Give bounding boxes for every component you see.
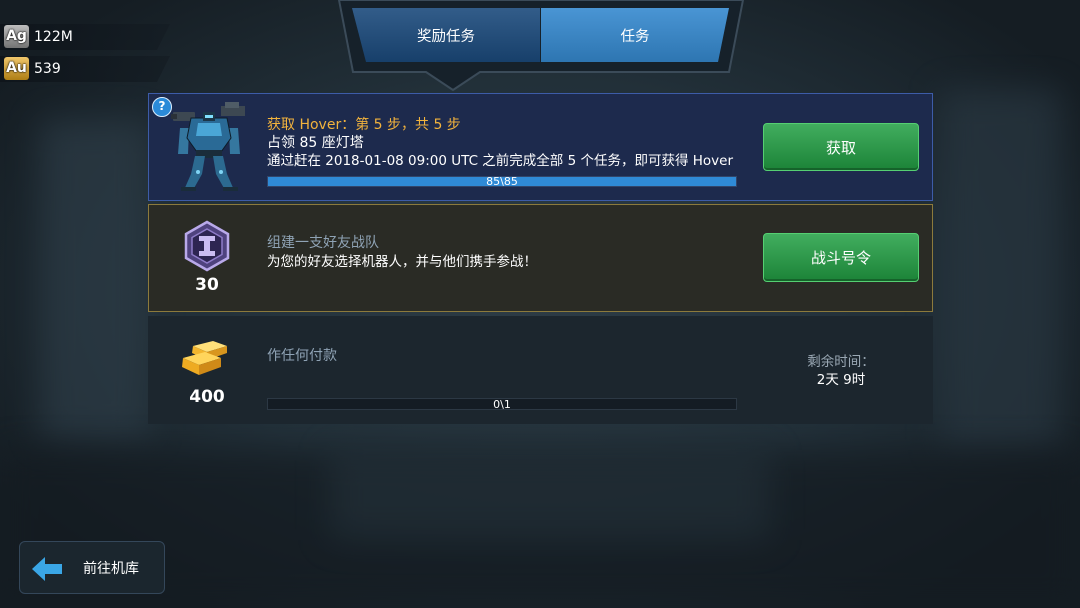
mission-objective: 占领 85 座灯塔 [267, 135, 364, 151]
time-remaining: 剩余时间： 2天 9时 [781, 353, 901, 389]
progress-label: 0\1 [493, 398, 511, 410]
go-to-hangar-button[interactable]: 前往机库 [19, 541, 165, 594]
hover-robot-icon [171, 102, 245, 191]
robot-cockpit-glow [205, 115, 213, 118]
mission-title: 获取 Hover：第 5 步，共 5 步 [267, 117, 461, 133]
tab-reward-missions-label: 奖励任务 [417, 28, 475, 45]
battle-order-button[interactable]: 战斗号令 [763, 233, 919, 282]
robot-right-arm [229, 128, 240, 154]
gold-badge-icon: Au [4, 57, 29, 80]
go-to-hangar-label: 前往机库 [83, 561, 139, 577]
reward-amount: 30 [195, 275, 219, 295]
claim-button[interactable]: 获取 [763, 123, 919, 171]
hexagon-badge-icon [184, 220, 230, 272]
robot-left-gun-barrel [171, 114, 177, 119]
claim-button-label: 获取 [825, 138, 856, 157]
progress-label: 85\85 [486, 176, 518, 187]
robot-chest-plate [196, 123, 222, 136]
mission-progress-bar: 0\1 [267, 398, 737, 410]
robot-left-leg [184, 156, 205, 190]
robot-right-knee-light [219, 170, 223, 174]
arrow-left-shape [32, 557, 62, 581]
silver-amount: 122M [34, 29, 73, 45]
tab-missions-label: 任务 [620, 28, 650, 45]
mission-progress-bar: 85\85 [267, 176, 737, 187]
robot-right-gun-top [225, 102, 239, 108]
gold-amount: 539 [34, 61, 61, 77]
background-pillar-left [40, 120, 150, 440]
mission-card-team: 30 组建一支好友战队 为您的好友选择机器人，并与他们携手参战！ 战斗号令 [148, 204, 933, 312]
mission-description: 通过赶在 2018-01-08 09:00 UTC 之前完成全部 5 个任务，即… [267, 153, 734, 169]
robot-left-knee-light [196, 170, 200, 174]
reward-amount: 400 [189, 387, 225, 407]
mission-title: 组建一支好友战队 [267, 235, 379, 251]
mission-description: 为您的好友选择机器人，并与他们携手参战！ [267, 254, 537, 270]
mission-title: 作任何付款 [267, 348, 337, 364]
gold-bars-icon [182, 341, 227, 375]
help-icon[interactable]: ? [152, 97, 172, 117]
mission-card-payment: 400 作任何付款 0\1 剩余时间： 2天 9时 [148, 316, 933, 424]
tab-missions[interactable]: 任务 [541, 8, 729, 62]
silver-badge-icon: Ag [4, 25, 29, 48]
time-remaining-value: 2天 9时 [816, 372, 866, 388]
robot-right-leg [213, 156, 234, 190]
time-remaining-label: 剩余时间： [807, 354, 875, 370]
robot-left-foot [181, 187, 196, 191]
mission-card-hover: ? 获取 Hover：第 5 步，共 5 步 占领 85 座灯塔 通过赶在 20… [148, 93, 933, 201]
background-pillar-right [940, 90, 1060, 450]
tab-reward-missions[interactable]: 奖励任务 [352, 8, 540, 62]
robot-right-foot [223, 187, 238, 191]
battle-order-button-label: 战斗号令 [810, 249, 871, 267]
arrow-left-icon [32, 557, 62, 581]
background-platform [330, 450, 770, 540]
robot-left-arm [178, 128, 189, 154]
